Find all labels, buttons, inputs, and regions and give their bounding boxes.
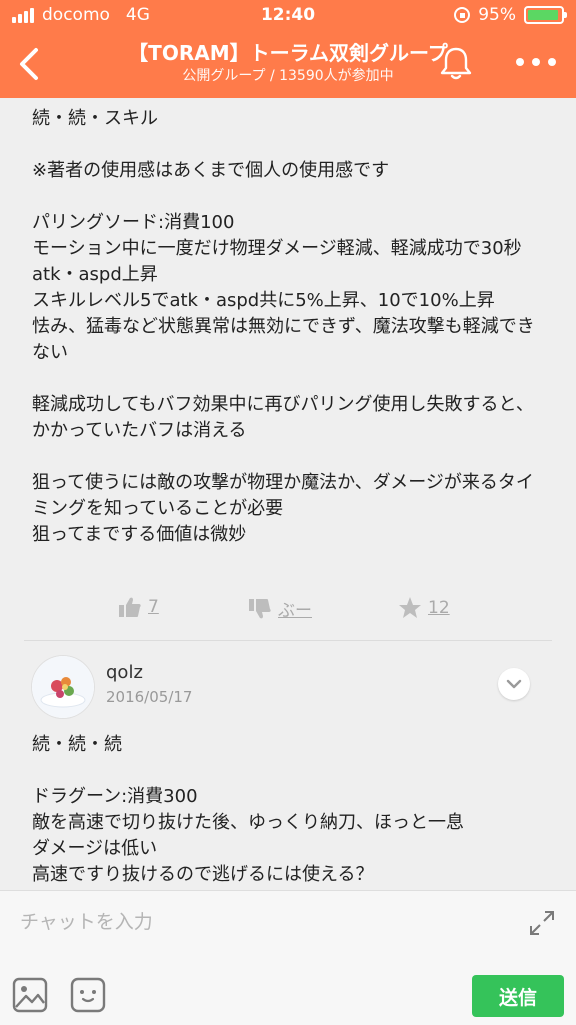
battery-percent: 95%: [478, 5, 516, 25]
star-count: 12: [428, 598, 450, 618]
comment-username[interactable]: qolz: [106, 662, 143, 683]
post-body: 続・続・スキル ※著者の使用感はあくまで個人の使用感です パリングソード:消費1…: [32, 108, 535, 545]
comment-options-button[interactable]: [498, 668, 530, 700]
chevron-down-icon: [506, 679, 522, 689]
like-count: 7: [148, 597, 159, 617]
back-chevron-icon[interactable]: [10, 40, 50, 88]
thumbs-up-icon: [119, 597, 141, 617]
send-button[interactable]: 送信: [472, 975, 564, 1017]
more-options-icon[interactable]: [516, 54, 556, 70]
star-icon: [399, 597, 421, 618]
sticker-icon[interactable]: [70, 977, 106, 1013]
group-title: 【TORAM】トーラム双剣グループ: [128, 41, 448, 65]
chat-input[interactable]: [18, 903, 502, 941]
divider: [24, 640, 552, 641]
app-header: docomo 4G 12:40 95% 【TORAM】トーラム双剣グループ 公開…: [0, 0, 576, 98]
orientation-lock-icon: [454, 7, 471, 23]
comment-body: 続・続・続 ドラグーン:消費300 敵を高速で切り抜けた後、ゆっくり納刀、ほっと…: [32, 734, 464, 885]
status-bar: docomo 4G 12:40 95%: [0, 0, 576, 30]
thumbs-down-icon: [249, 598, 271, 618]
chat-input-bar: 送信: [0, 890, 576, 1025]
boo-button[interactable]: ぶー: [248, 596, 312, 621]
group-subtitle: 公開グループ / 13590人が参加中: [182, 68, 394, 84]
bell-icon[interactable]: [438, 44, 474, 82]
boo-label: ぶー: [278, 601, 312, 621]
comment-date: 2016/05/17: [106, 688, 193, 706]
like-button[interactable]: 7: [118, 596, 159, 618]
expand-icon[interactable]: [528, 909, 556, 937]
star-button[interactable]: 12: [398, 596, 450, 620]
post-actions: 7 ぶー 12: [0, 588, 576, 632]
image-icon[interactable]: [12, 977, 48, 1013]
battery-icon: [524, 6, 567, 24]
group-title-block: 【TORAM】トーラム双剣グループ 公開グループ / 13590人が参加中: [80, 40, 496, 86]
avatar[interactable]: [32, 656, 94, 718]
avatar-image: [32, 656, 94, 718]
chat-content[interactable]: 続・続・スキル ※著者の使用感はあくまで個人の使用感です パリングソード:消費1…: [0, 98, 576, 890]
